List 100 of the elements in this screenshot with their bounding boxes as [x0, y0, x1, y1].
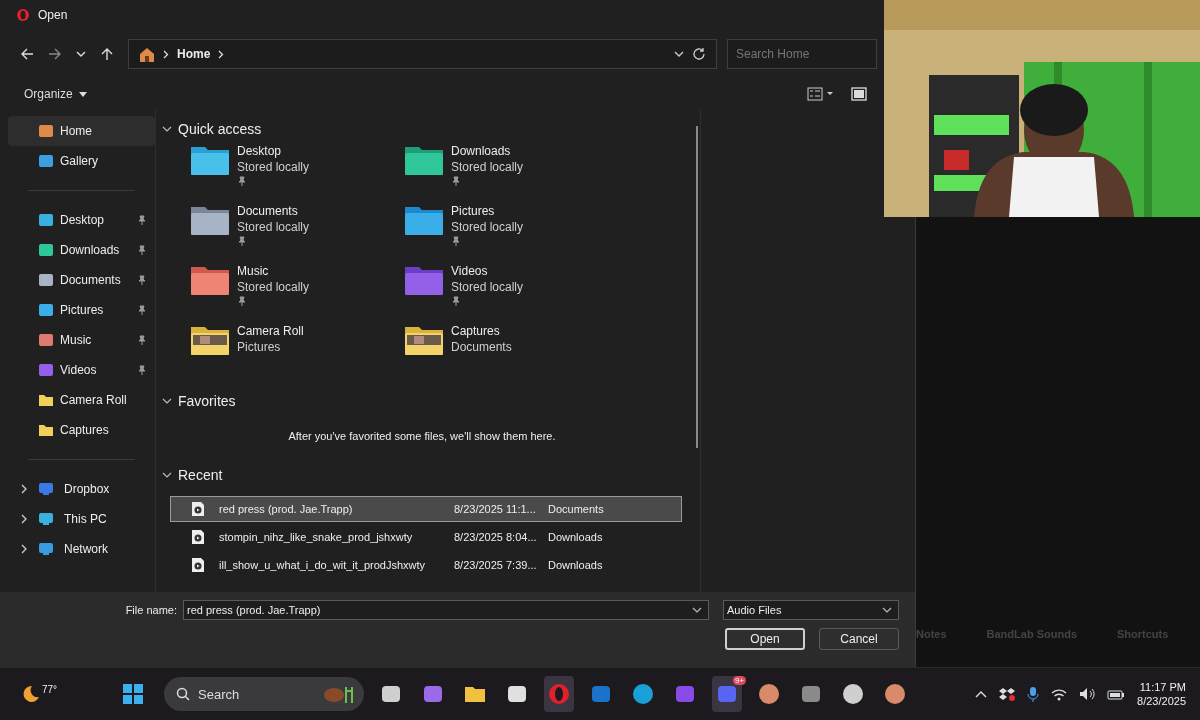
app-icon — [674, 683, 696, 705]
microphone-icon[interactable] — [1027, 686, 1040, 702]
sidebar-item[interactable]: Dropbox — [8, 474, 155, 504]
folder-icon — [38, 423, 54, 437]
folder-name: Desktop — [237, 144, 283, 158]
recent-file-row[interactable]: stompin_nihz_like_snake_prod_jshxwty 8/23/2025 8:04... Downloads — [170, 524, 682, 550]
cancel-button[interactable]: Cancel — [819, 628, 899, 650]
sidebar-item[interactable]: Home — [8, 116, 155, 146]
sidebar-item[interactable]: Pictures — [8, 295, 155, 325]
sidebar-item[interactable]: Camera Roll — [8, 385, 155, 415]
sidebar-item[interactable]: Documents — [8, 265, 155, 295]
quick-access-item[interactable]: Captures Documents — [404, 324, 618, 376]
file-name: ill_show_u_what_i_do_wit_it_prodJshxwty — [219, 559, 427, 571]
quick-access-item[interactable]: Downloads Stored locally — [404, 144, 618, 196]
audio-file-icon — [191, 557, 205, 573]
app-icon — [422, 683, 444, 705]
breadcrumb-item[interactable]: Home — [177, 47, 211, 61]
folder-location: Stored locally — [237, 280, 310, 294]
up-arrow-icon[interactable] — [100, 47, 114, 61]
sidebar-item[interactable]: Music — [8, 325, 155, 355]
chevron-right-icon[interactable] — [20, 544, 28, 554]
folder-icon — [190, 144, 230, 176]
empty-favorites-message: After you've favorited some files, we'll show them here. — [287, 429, 557, 444]
organize-button[interactable]: Organize — [16, 83, 96, 105]
file-location: Downloads — [548, 531, 603, 543]
browser-logo-icon — [16, 8, 30, 22]
folder-location: Stored locally — [451, 160, 524, 174]
app-icon — [800, 683, 822, 705]
recent-file-row[interactable]: red press (prod. Jae.Trapp) 8/23/2025 11:1... Documents — [170, 496, 682, 522]
folder-location: Stored locally — [451, 280, 524, 294]
folder-name: Music — [237, 264, 270, 278]
recent-locations-chevron-icon[interactable] — [76, 49, 86, 59]
chevron-right-icon[interactable] — [163, 49, 169, 59]
file-name: red press (prod. Jae.Trapp) — [219, 503, 354, 515]
quick-access-item[interactable]: Videos Stored locally — [404, 264, 618, 316]
sidebar-item[interactable]: Gallery — [8, 146, 155, 176]
quick-access-item[interactable]: Pictures Stored locally — [404, 204, 618, 256]
forward-arrow-icon[interactable] — [48, 47, 62, 61]
back-arrow-icon[interactable] — [20, 47, 34, 61]
speaker-icon[interactable] — [1079, 687, 1096, 701]
recent-file-row[interactable]: ill_show_u_what_i_do_wit_it_prodJshxwty 8/23/2025 7:39... Downloads — [170, 552, 682, 578]
file-date: 8/23/2025 7:39... — [454, 559, 538, 571]
refresh-icon[interactable] — [692, 47, 706, 61]
open-button[interactable]: Open — [725, 628, 805, 650]
folder-name: Pictures — [451, 204, 496, 218]
folder-location: Documents — [451, 340, 512, 354]
section-header[interactable]: Quick access — [162, 116, 692, 142]
audio-file-icon — [191, 501, 205, 517]
folder-icon — [38, 393, 54, 407]
folder-icon — [190, 324, 230, 356]
battery-icon[interactable] — [1107, 688, 1126, 700]
sidebar-item[interactable]: Network — [8, 534, 155, 564]
folder-icon — [404, 144, 444, 176]
quick-access-item[interactable]: Documents Stored locally — [190, 204, 404, 256]
quick-access-item[interactable]: Music Stored locally — [190, 264, 404, 316]
section-header[interactable]: Favorites — [162, 388, 692, 414]
app-icon — [884, 683, 906, 705]
sidebar-item[interactable]: Downloads — [8, 235, 155, 265]
taskbar-search[interactable]: Search — [164, 677, 364, 711]
quick-access-item[interactable]: Camera Roll Pictures — [190, 324, 404, 376]
sidebar-item[interactable]: Videos — [8, 355, 155, 385]
file-name-field[interactable]: red press (prod. Jae.Trapp) — [183, 600, 709, 620]
chevron-up-icon[interactable] — [975, 690, 988, 698]
chevron-right-icon[interactable] — [218, 49, 225, 59]
folder-name: Captures — [451, 324, 501, 338]
chevron-down-icon[interactable] — [674, 49, 684, 59]
address-bar[interactable]: Home — [128, 39, 717, 69]
folder-icon — [404, 204, 444, 236]
folder-name: Camera Roll — [237, 324, 304, 338]
clock-time[interactable]: 11:17 PM — [1139, 681, 1186, 693]
file-location: Downloads — [548, 559, 603, 571]
search-icon — [176, 687, 190, 701]
app-icon — [758, 683, 780, 705]
chevron-right-icon[interactable] — [20, 484, 28, 494]
app-icon — [842, 683, 864, 705]
file-type-dropdown[interactable]: Audio Files — [723, 600, 899, 620]
clock-date[interactable]: 8/23/2025 — [1137, 695, 1186, 707]
sidebar-item[interactable]: Captures — [8, 415, 155, 445]
folder-icon — [190, 204, 230, 236]
wifi-icon[interactable] — [1051, 687, 1068, 701]
file-name: stompin_nihz_like_snake_prod_jshxwty — [219, 531, 414, 543]
chevron-down-icon — [882, 606, 892, 614]
view-options-icon[interactable] — [807, 87, 835, 101]
quick-access-item[interactable]: Desktop Stored locally — [190, 144, 404, 196]
chevron-right-icon[interactable] — [20, 514, 28, 524]
audio-file-icon — [191, 529, 205, 545]
weather-temperature: 77° — [42, 684, 58, 695]
section-header[interactable]: Recent — [162, 462, 692, 488]
file-date: 8/23/2025 11:1... — [454, 503, 537, 515]
start-icon[interactable] — [122, 683, 144, 705]
sidebar-item[interactable]: This PC — [8, 504, 155, 534]
folder-location: Stored locally — [237, 220, 310, 234]
preview-pane-icon[interactable] — [851, 87, 867, 101]
scrollbar-thumb[interactable] — [696, 126, 698, 448]
folder-name: Downloads — [451, 144, 512, 158]
search-field[interactable]: Search Home — [727, 39, 877, 69]
app-icon — [716, 683, 738, 705]
window-title: Open — [38, 8, 68, 22]
sidebar-item[interactable]: Desktop — [8, 205, 155, 235]
caret-icon — [79, 92, 88, 98]
